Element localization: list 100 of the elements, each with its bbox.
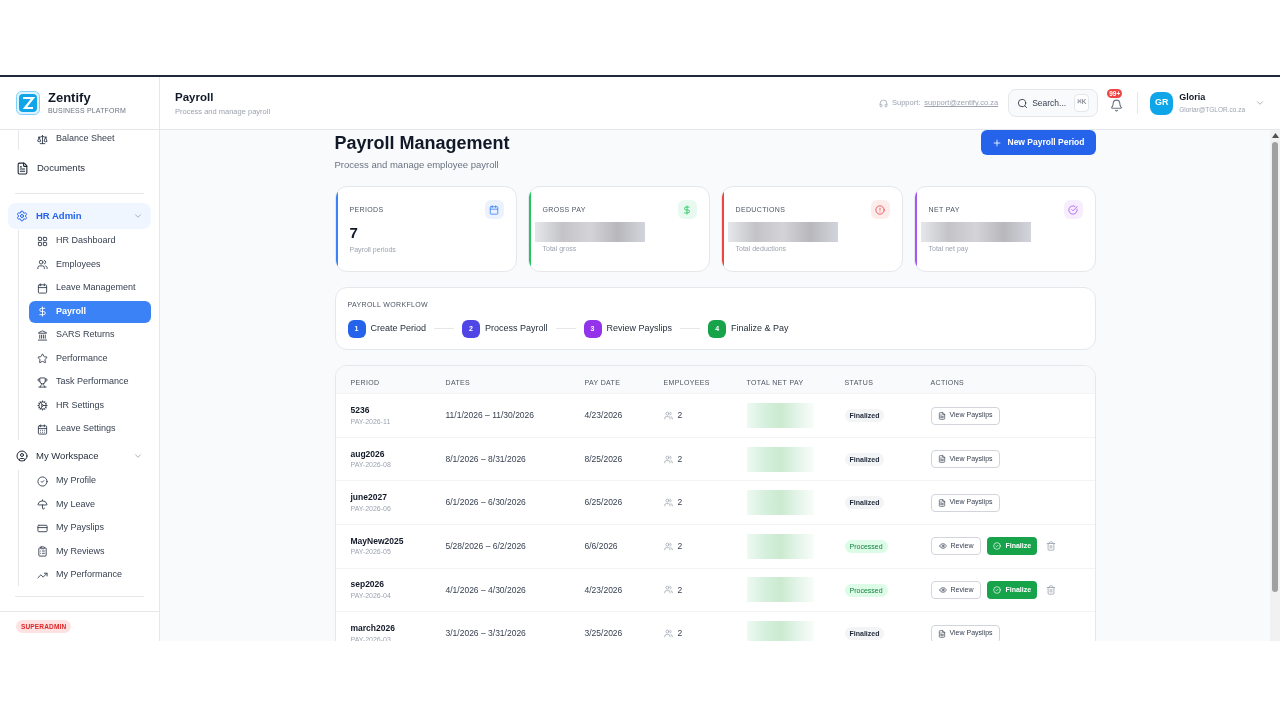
redacted-block bbox=[746, 577, 814, 603]
sidebar-item[interactable]: Balance Sheet bbox=[29, 130, 151, 150]
document-icon bbox=[937, 629, 946, 638]
redacted-block bbox=[746, 533, 814, 559]
user-name: Gloria bbox=[1179, 91, 1207, 105]
pay-date-cell: 6/25/2026 bbox=[584, 497, 623, 508]
group-icon bbox=[16, 450, 28, 462]
item-icon bbox=[37, 329, 48, 341]
page-subtitle: Process and manage employee payroll bbox=[334, 158, 500, 172]
employees-cell: 2 bbox=[677, 409, 683, 422]
people-icon bbox=[663, 541, 673, 551]
chevron-icon[interactable] bbox=[1255, 98, 1265, 108]
pay-date-cell: 8/25/2026 bbox=[584, 453, 623, 464]
period-name: march2026 bbox=[350, 621, 396, 635]
dates-cell: 6/1/2026 – 6/30/2026 bbox=[445, 497, 526, 508]
eye-icon bbox=[938, 585, 947, 594]
employees-cell: 2 bbox=[677, 452, 683, 466]
item-icon bbox=[37, 499, 48, 510]
headset-icon bbox=[879, 98, 888, 108]
logo-icon bbox=[16, 91, 40, 115]
check-circle-icon bbox=[993, 542, 1002, 551]
stat-icon bbox=[484, 200, 504, 220]
redacted-block bbox=[746, 621, 814, 641]
pay-date-cell: 4/23/2026 bbox=[584, 584, 623, 595]
sidebar-item[interactable]: Leave Settings bbox=[29, 418, 151, 440]
redacted-block bbox=[746, 490, 814, 516]
sidebar-item[interactable]: SARS Returns bbox=[29, 324, 151, 346]
stat-icon bbox=[870, 200, 890, 220]
sidebar-item[interactable]: My Performance bbox=[29, 564, 151, 586]
sidebar-item[interactable]: HR Dashboard bbox=[29, 230, 151, 252]
step-label: Review Payslips bbox=[606, 322, 673, 335]
document-icon bbox=[937, 498, 946, 507]
dates-cell: 11/1/2026 – 11/30/2026 bbox=[445, 410, 535, 421]
sidebar-group[interactable]: My Workspace bbox=[8, 443, 151, 469]
delete-icon[interactable] bbox=[1046, 584, 1057, 595]
period-name: 5236 bbox=[350, 403, 371, 417]
item-icon bbox=[37, 376, 48, 388]
item-icon bbox=[37, 522, 48, 534]
check-circle-icon bbox=[993, 585, 1002, 594]
employees-cell: 2 bbox=[677, 496, 683, 510]
sidebar-item[interactable]: Documents bbox=[8, 152, 151, 184]
item-icon bbox=[37, 546, 48, 557]
item-icon bbox=[37, 235, 48, 247]
sidebar-item[interactable]: My Payslips bbox=[29, 517, 151, 539]
group-icon bbox=[16, 210, 28, 222]
item-icon bbox=[37, 282, 48, 294]
dates-cell: 5/28/2026 – 6/2/2026 bbox=[445, 540, 526, 551]
brand-name: Zentify bbox=[48, 89, 92, 106]
sidebar-item[interactable]: Task Performance bbox=[29, 371, 151, 393]
step-label: Finalize & Pay bbox=[731, 322, 789, 335]
pay-date-cell: 6/6/2026 bbox=[584, 540, 618, 551]
period-name: june2027 bbox=[350, 491, 388, 504]
header-title: Payroll bbox=[175, 89, 215, 105]
document-icon bbox=[16, 161, 29, 175]
chevron-icon bbox=[133, 451, 143, 461]
sidebar-item[interactable]: My Leave bbox=[29, 493, 151, 516]
document-icon bbox=[937, 411, 946, 420]
period-name: aug2026 bbox=[350, 447, 386, 461]
step-label: Process Payroll bbox=[485, 322, 548, 335]
sidebar-item[interactable]: Employees bbox=[29, 253, 151, 276]
item-icon bbox=[37, 259, 48, 270]
dates-cell: 8/1/2026 – 8/31/2026 bbox=[445, 453, 526, 464]
employees-cell: 2 bbox=[677, 583, 683, 597]
people-icon bbox=[663, 454, 673, 464]
scroll-up-icon[interactable] bbox=[1271, 133, 1279, 138]
people-icon bbox=[663, 411, 673, 421]
document-icon bbox=[937, 455, 946, 464]
bell-icon[interactable] bbox=[1110, 98, 1124, 112]
stat-icon bbox=[677, 200, 697, 220]
sidebar-item[interactable]: Payroll bbox=[29, 300, 151, 323]
sidebar-item[interactable]: Performance bbox=[29, 347, 151, 370]
sidebar-item[interactable]: My Profile bbox=[29, 470, 151, 492]
stat-value: 7 bbox=[349, 223, 359, 244]
item-icon bbox=[37, 423, 48, 435]
chevron-icon bbox=[133, 211, 143, 221]
page-title: Payroll Management bbox=[334, 132, 510, 155]
sidebar-item[interactable]: HR Settings bbox=[29, 394, 151, 417]
pay-date-cell: 4/23/2026 bbox=[584, 410, 623, 421]
dates-cell: 3/1/2026 – 3/31/2026 bbox=[445, 628, 526, 639]
sidebar-item[interactable]: My Reviews bbox=[29, 540, 151, 563]
employees-cell: 2 bbox=[677, 539, 683, 553]
delete-icon[interactable] bbox=[1046, 541, 1057, 552]
period-name: MayNew2025 bbox=[350, 534, 405, 548]
sidebar-item[interactable]: Leave Management bbox=[29, 277, 151, 299]
eye-icon bbox=[938, 542, 947, 551]
plus-icon bbox=[991, 137, 1002, 148]
people-icon bbox=[663, 629, 673, 638]
redacted-block bbox=[746, 403, 814, 429]
search-icon bbox=[1017, 97, 1029, 109]
scrollbar[interactable] bbox=[1270, 130, 1280, 641]
new-payroll-period-button[interactable]: New Payroll Period bbox=[980, 130, 1096, 155]
item-icon bbox=[37, 133, 48, 145]
item-icon bbox=[37, 475, 48, 487]
dates-cell: 4/1/2026 – 4/30/2026 bbox=[445, 584, 526, 595]
item-icon bbox=[37, 353, 48, 364]
employees-cell: 2 bbox=[677, 627, 683, 640]
people-icon bbox=[663, 585, 673, 595]
redacted-block bbox=[746, 446, 814, 472]
sidebar-group[interactable]: HR Admin bbox=[8, 203, 151, 229]
step-label: Create Period bbox=[370, 322, 427, 335]
